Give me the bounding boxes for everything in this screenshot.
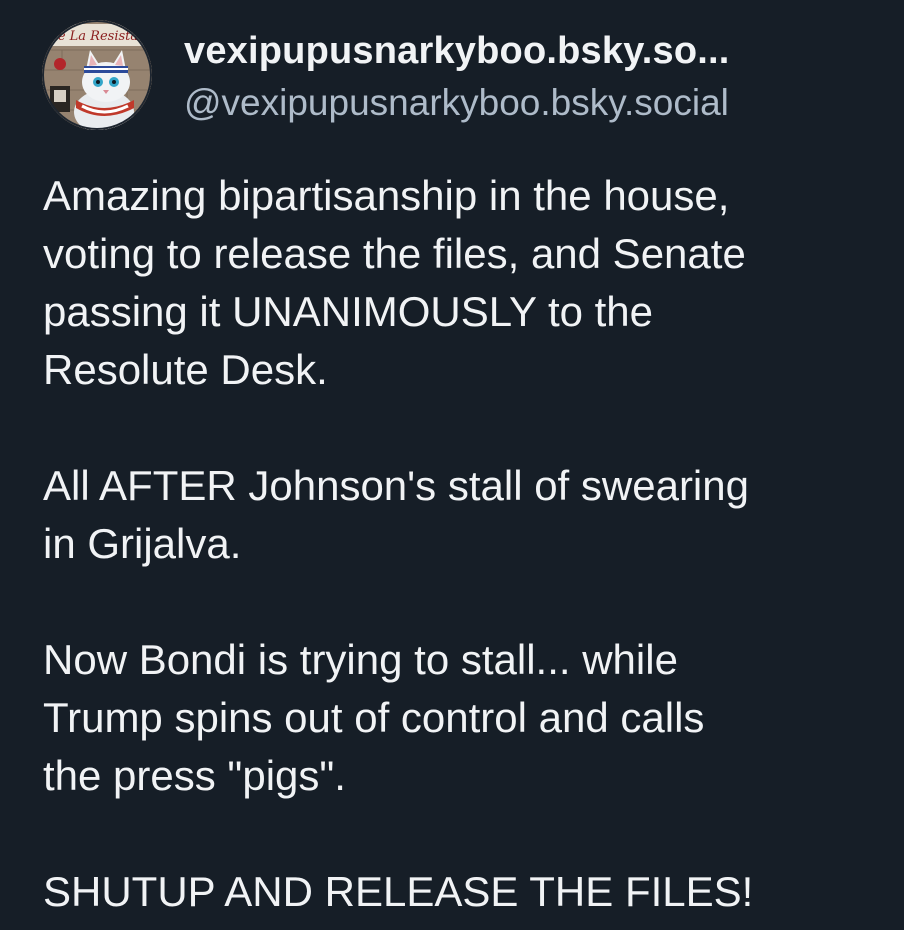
author-display-name[interactable]: vexipupusnarkyboo.bsky.so...	[184, 30, 730, 73]
author-avatar[interactable]: e La Resista	[42, 20, 152, 130]
post-line: SHUTUP AND RELEASE THE FILES!	[43, 868, 754, 915]
author-handle[interactable]: @vexipupusnarkyboo.bsky.social	[184, 82, 729, 124]
post-line: Amazing bipartisanship in the house,	[43, 172, 730, 219]
post-card: e La Resista vexipupusnarkyboo.bsky.so..…	[0, 0, 904, 930]
post-line: in Grijalva.	[43, 520, 242, 567]
cat-avatar-icon: e La Resista	[42, 20, 152, 130]
post-line: voting to release the files, and Senate	[43, 230, 746, 277]
post-paragraph-4: SHUTUP AND RELEASE THE FILES!	[43, 863, 883, 921]
post-text: Amazing bipartisanship in the house, vot…	[43, 167, 883, 921]
avatar-banner-text: e La Resista	[58, 29, 138, 44]
post-line: the press "pigs".	[43, 752, 346, 799]
post-line: passing it UNANIMOUSLY to the	[43, 288, 654, 335]
post-line: All AFTER Johnson's stall of swearing	[43, 462, 749, 509]
post-line: Resolute Desk.	[43, 346, 328, 393]
post-paragraph-2: All AFTER Johnson's stall of swearing in…	[43, 457, 883, 573]
post-line: Trump spins out of control and calls	[43, 694, 705, 741]
post-line: Now Bondi is trying to stall... while	[43, 636, 678, 683]
post-paragraph-1: Amazing bipartisanship in the house, vot…	[43, 167, 883, 399]
post-paragraph-3: Now Bondi is trying to stall... while Tr…	[43, 631, 883, 805]
